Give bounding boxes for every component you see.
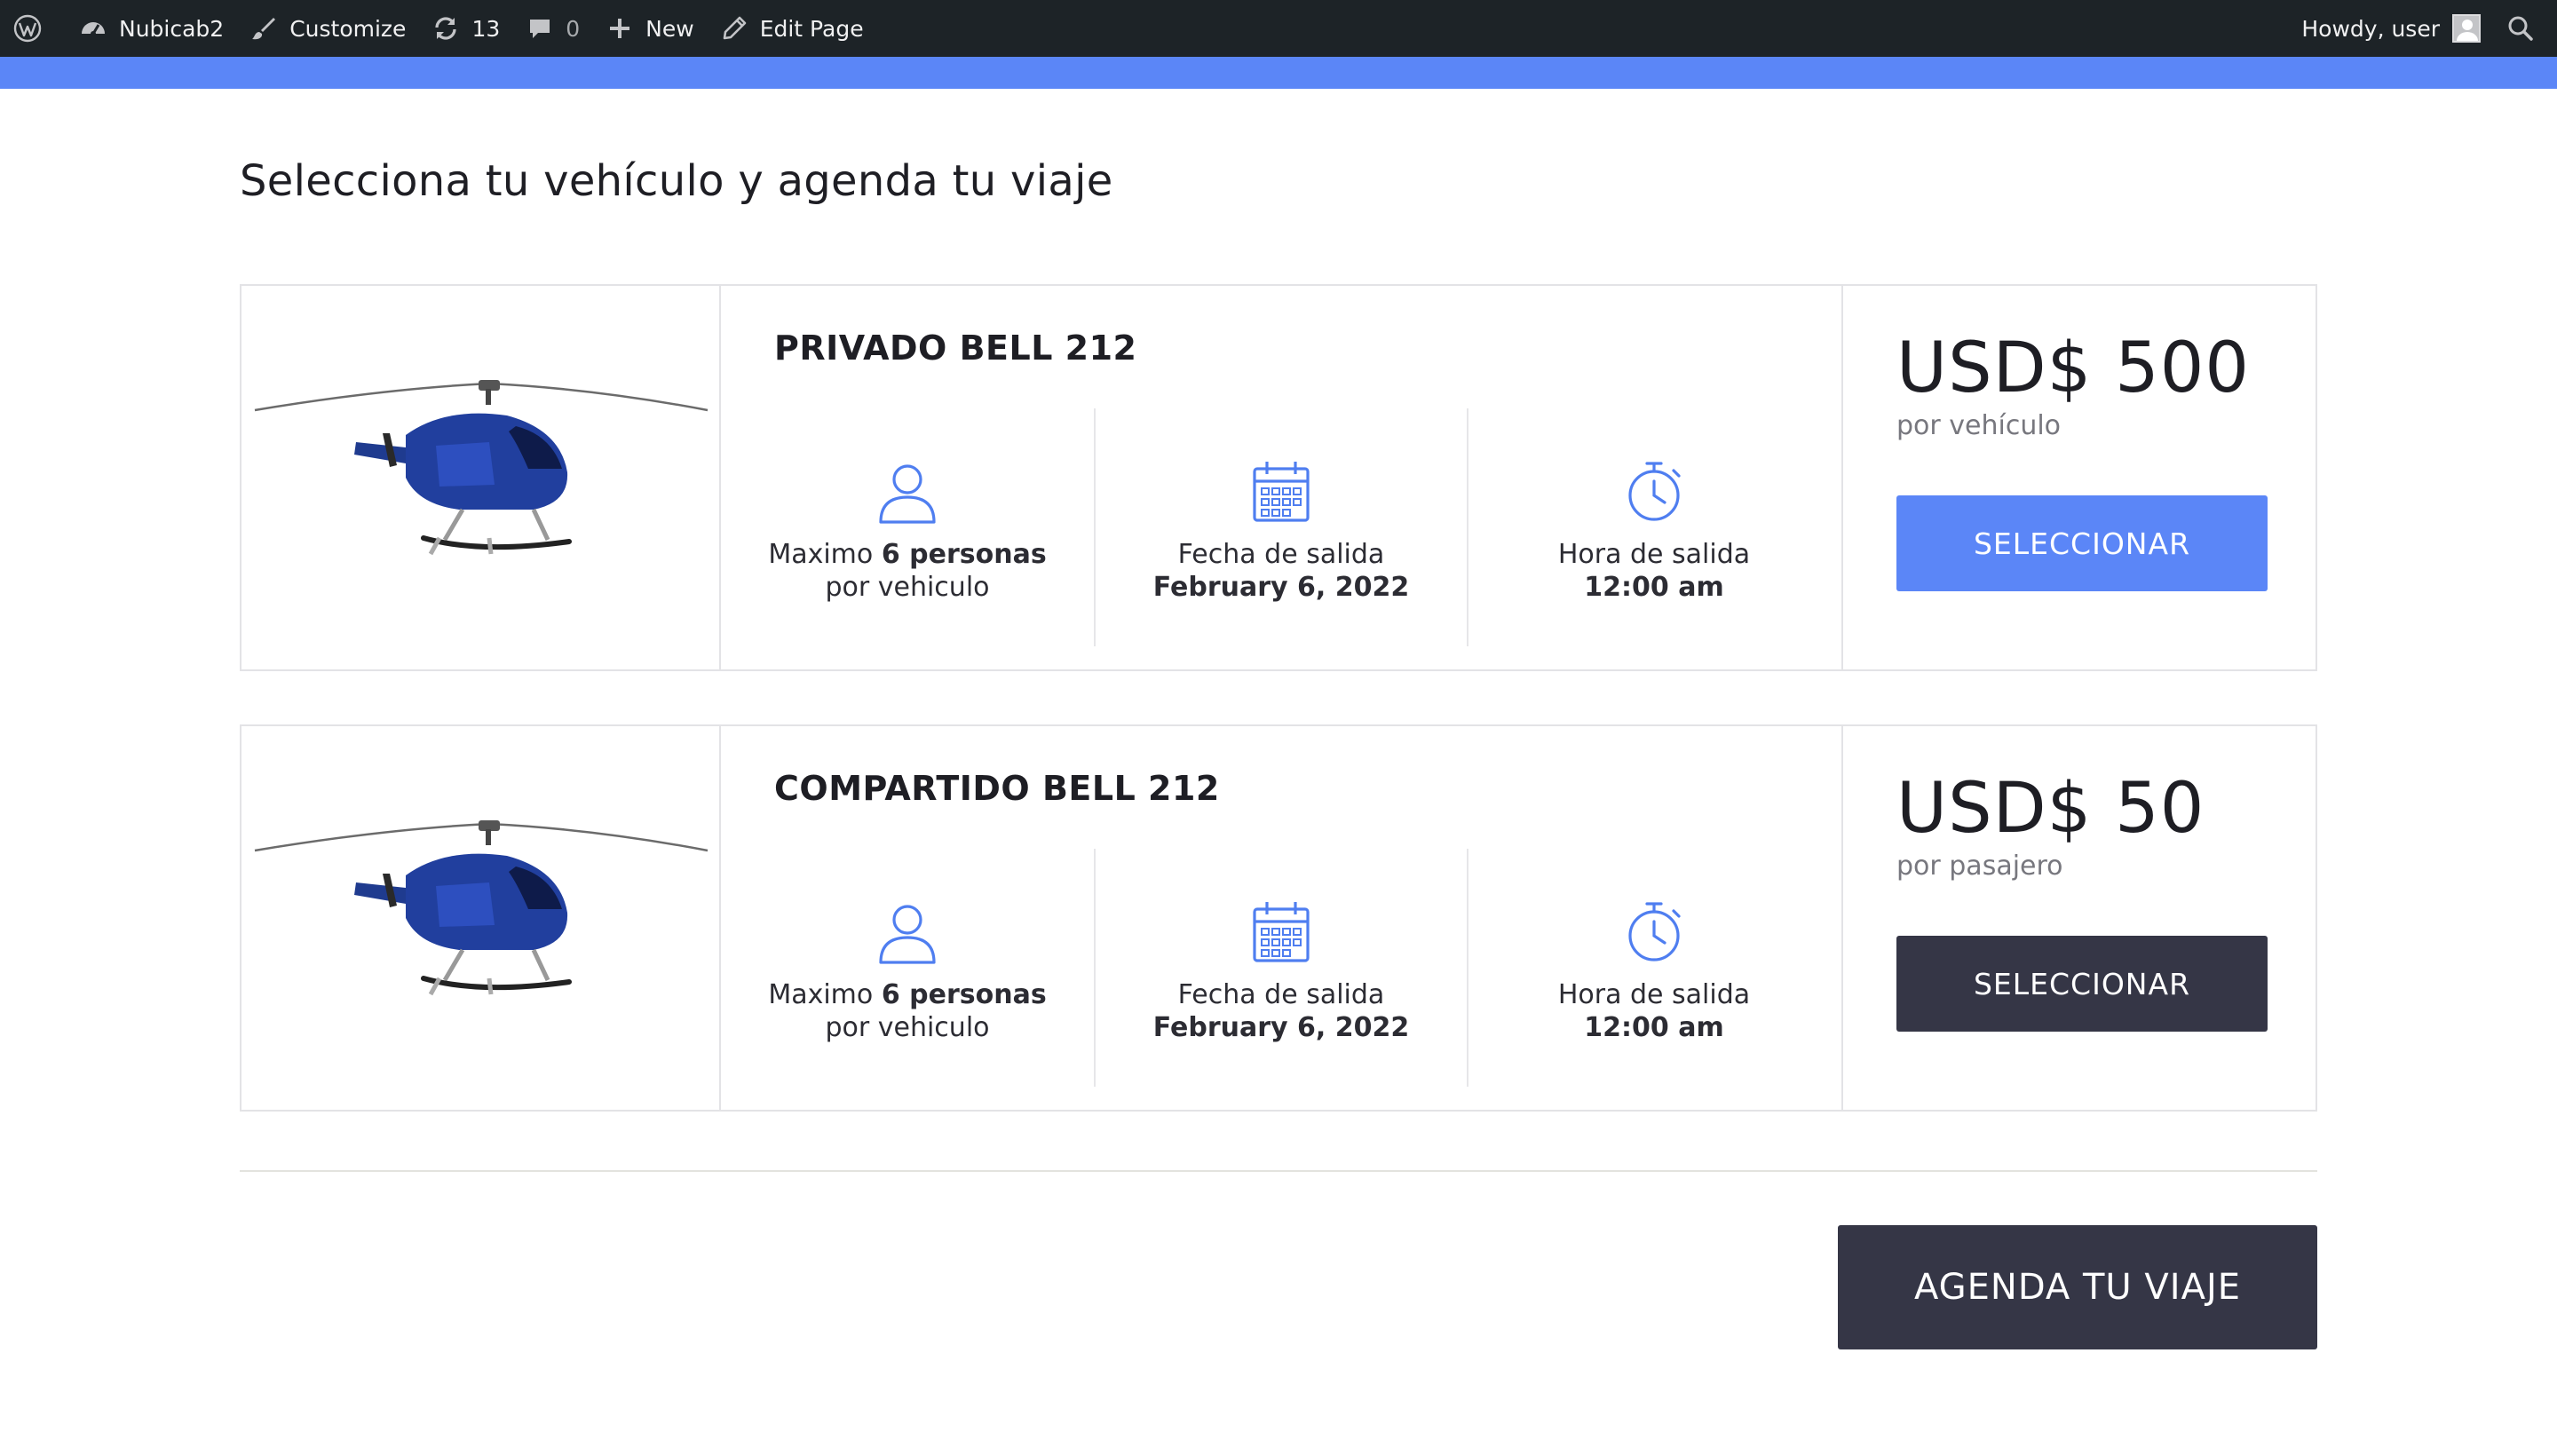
page-title: Selecciona tu vehículo y agenda tu viaje bbox=[240, 156, 1113, 206]
new-content-link[interactable]: New bbox=[592, 0, 707, 57]
refresh-icon bbox=[431, 13, 461, 44]
calendar-icon bbox=[1247, 458, 1315, 526]
updates-link[interactable]: 13 bbox=[418, 0, 512, 57]
price: USD$ 50 bbox=[1896, 769, 2205, 849]
time-value: 12:00 am bbox=[1584, 1012, 1724, 1043]
new-label: New bbox=[645, 15, 694, 42]
time-feature: Hora de salida 12:00 am bbox=[1467, 408, 1840, 646]
admin-search[interactable] bbox=[2493, 0, 2557, 57]
vehicle-name: PRIVADO BELL 212 bbox=[774, 328, 1137, 368]
pencil-icon bbox=[719, 13, 749, 44]
site-name: Nubicab2 bbox=[119, 15, 225, 42]
helicopter-image bbox=[254, 820, 709, 996]
capacity-feature: Maximo 6 personas por vehiculo bbox=[721, 408, 1094, 646]
brush-icon bbox=[249, 13, 279, 44]
date-label: Fecha de salida bbox=[1177, 539, 1385, 570]
wordpress-menu[interactable] bbox=[0, 0, 66, 57]
vehicle-card: COMPARTIDO BELL 212 Maximo 6 personas po… bbox=[240, 724, 2317, 1112]
accent-band bbox=[0, 57, 2557, 89]
vehicle-image-cell bbox=[241, 726, 721, 1110]
user-icon bbox=[874, 458, 941, 526]
vehicle-card: PRIVADO BELL 212 Maximo 6 personas por v… bbox=[240, 284, 2317, 671]
time-label: Hora de salida bbox=[1557, 539, 1751, 570]
dashboard-icon bbox=[78, 13, 108, 44]
customize-label: Customize bbox=[289, 15, 407, 42]
comments-count: 0 bbox=[566, 15, 581, 42]
price-cell: USD$ 500 por vehículo SELECCIONAR bbox=[1841, 286, 2316, 669]
select-button[interactable]: SELECCIONAR bbox=[1896, 495, 2268, 591]
admin-bar: Nubicab2 Customize 13 0 New Edit Page Ho… bbox=[0, 0, 2557, 57]
edit-page-label: Edit Page bbox=[759, 15, 864, 42]
time-value: 12:00 am bbox=[1584, 572, 1724, 603]
price-unit: por pasajero bbox=[1896, 851, 2063, 882]
search-icon bbox=[2506, 13, 2536, 44]
vehicle-info: PRIVADO BELL 212 Maximo 6 personas por v… bbox=[721, 286, 1841, 669]
capacity-text: Maximo 6 personas bbox=[768, 539, 1047, 570]
select-button[interactable]: SELECCIONAR bbox=[1896, 936, 2268, 1032]
comments-link[interactable]: 0 bbox=[512, 0, 592, 57]
edit-page-link[interactable]: Edit Page bbox=[707, 0, 876, 57]
date-feature: Fecha de salida February 6, 2022 bbox=[1094, 408, 1467, 646]
calendar-icon bbox=[1247, 898, 1315, 966]
vehicle-name: COMPARTIDO BELL 212 bbox=[774, 769, 1220, 808]
avatar bbox=[2452, 14, 2481, 43]
time-feature: Hora de salida 12:00 am bbox=[1467, 849, 1840, 1087]
price-unit: por vehículo bbox=[1896, 410, 2062, 441]
vehicle-info: COMPARTIDO BELL 212 Maximo 6 personas po… bbox=[721, 726, 1841, 1110]
capacity-suffix: por vehiculo bbox=[825, 1012, 990, 1043]
date-value: February 6, 2022 bbox=[1152, 1012, 1410, 1043]
updates-count: 13 bbox=[471, 15, 501, 42]
capacity-suffix: por vehiculo bbox=[825, 572, 990, 603]
stopwatch-icon bbox=[1620, 898, 1688, 966]
howdy-label: Howdy, user bbox=[2301, 15, 2440, 42]
vehicle-image-cell bbox=[241, 286, 721, 669]
stopwatch-icon bbox=[1620, 458, 1688, 526]
site-name-link[interactable]: Nubicab2 bbox=[66, 0, 236, 57]
user-icon bbox=[874, 898, 941, 966]
customize-link[interactable]: Customize bbox=[236, 0, 418, 57]
agenda-button[interactable]: AGENDA TU VIAJE bbox=[1838, 1225, 2317, 1349]
price-cell: USD$ 50 por pasajero SELECCIONAR bbox=[1841, 726, 2316, 1110]
account-menu[interactable]: Howdy, user bbox=[2289, 0, 2493, 57]
price: USD$ 500 bbox=[1896, 328, 2250, 408]
plus-icon bbox=[605, 13, 635, 44]
date-value: February 6, 2022 bbox=[1152, 572, 1410, 603]
wordpress-icon bbox=[12, 13, 43, 44]
date-label: Fecha de salida bbox=[1177, 979, 1385, 1010]
time-label: Hora de salida bbox=[1557, 979, 1751, 1010]
comment-icon bbox=[525, 13, 555, 44]
divider bbox=[240, 1170, 2317, 1172]
capacity-feature: Maximo 6 personas por vehiculo bbox=[721, 849, 1094, 1087]
date-feature: Fecha de salida February 6, 2022 bbox=[1094, 849, 1467, 1087]
helicopter-image bbox=[254, 380, 709, 556]
capacity-text: Maximo 6 personas bbox=[768, 979, 1047, 1010]
